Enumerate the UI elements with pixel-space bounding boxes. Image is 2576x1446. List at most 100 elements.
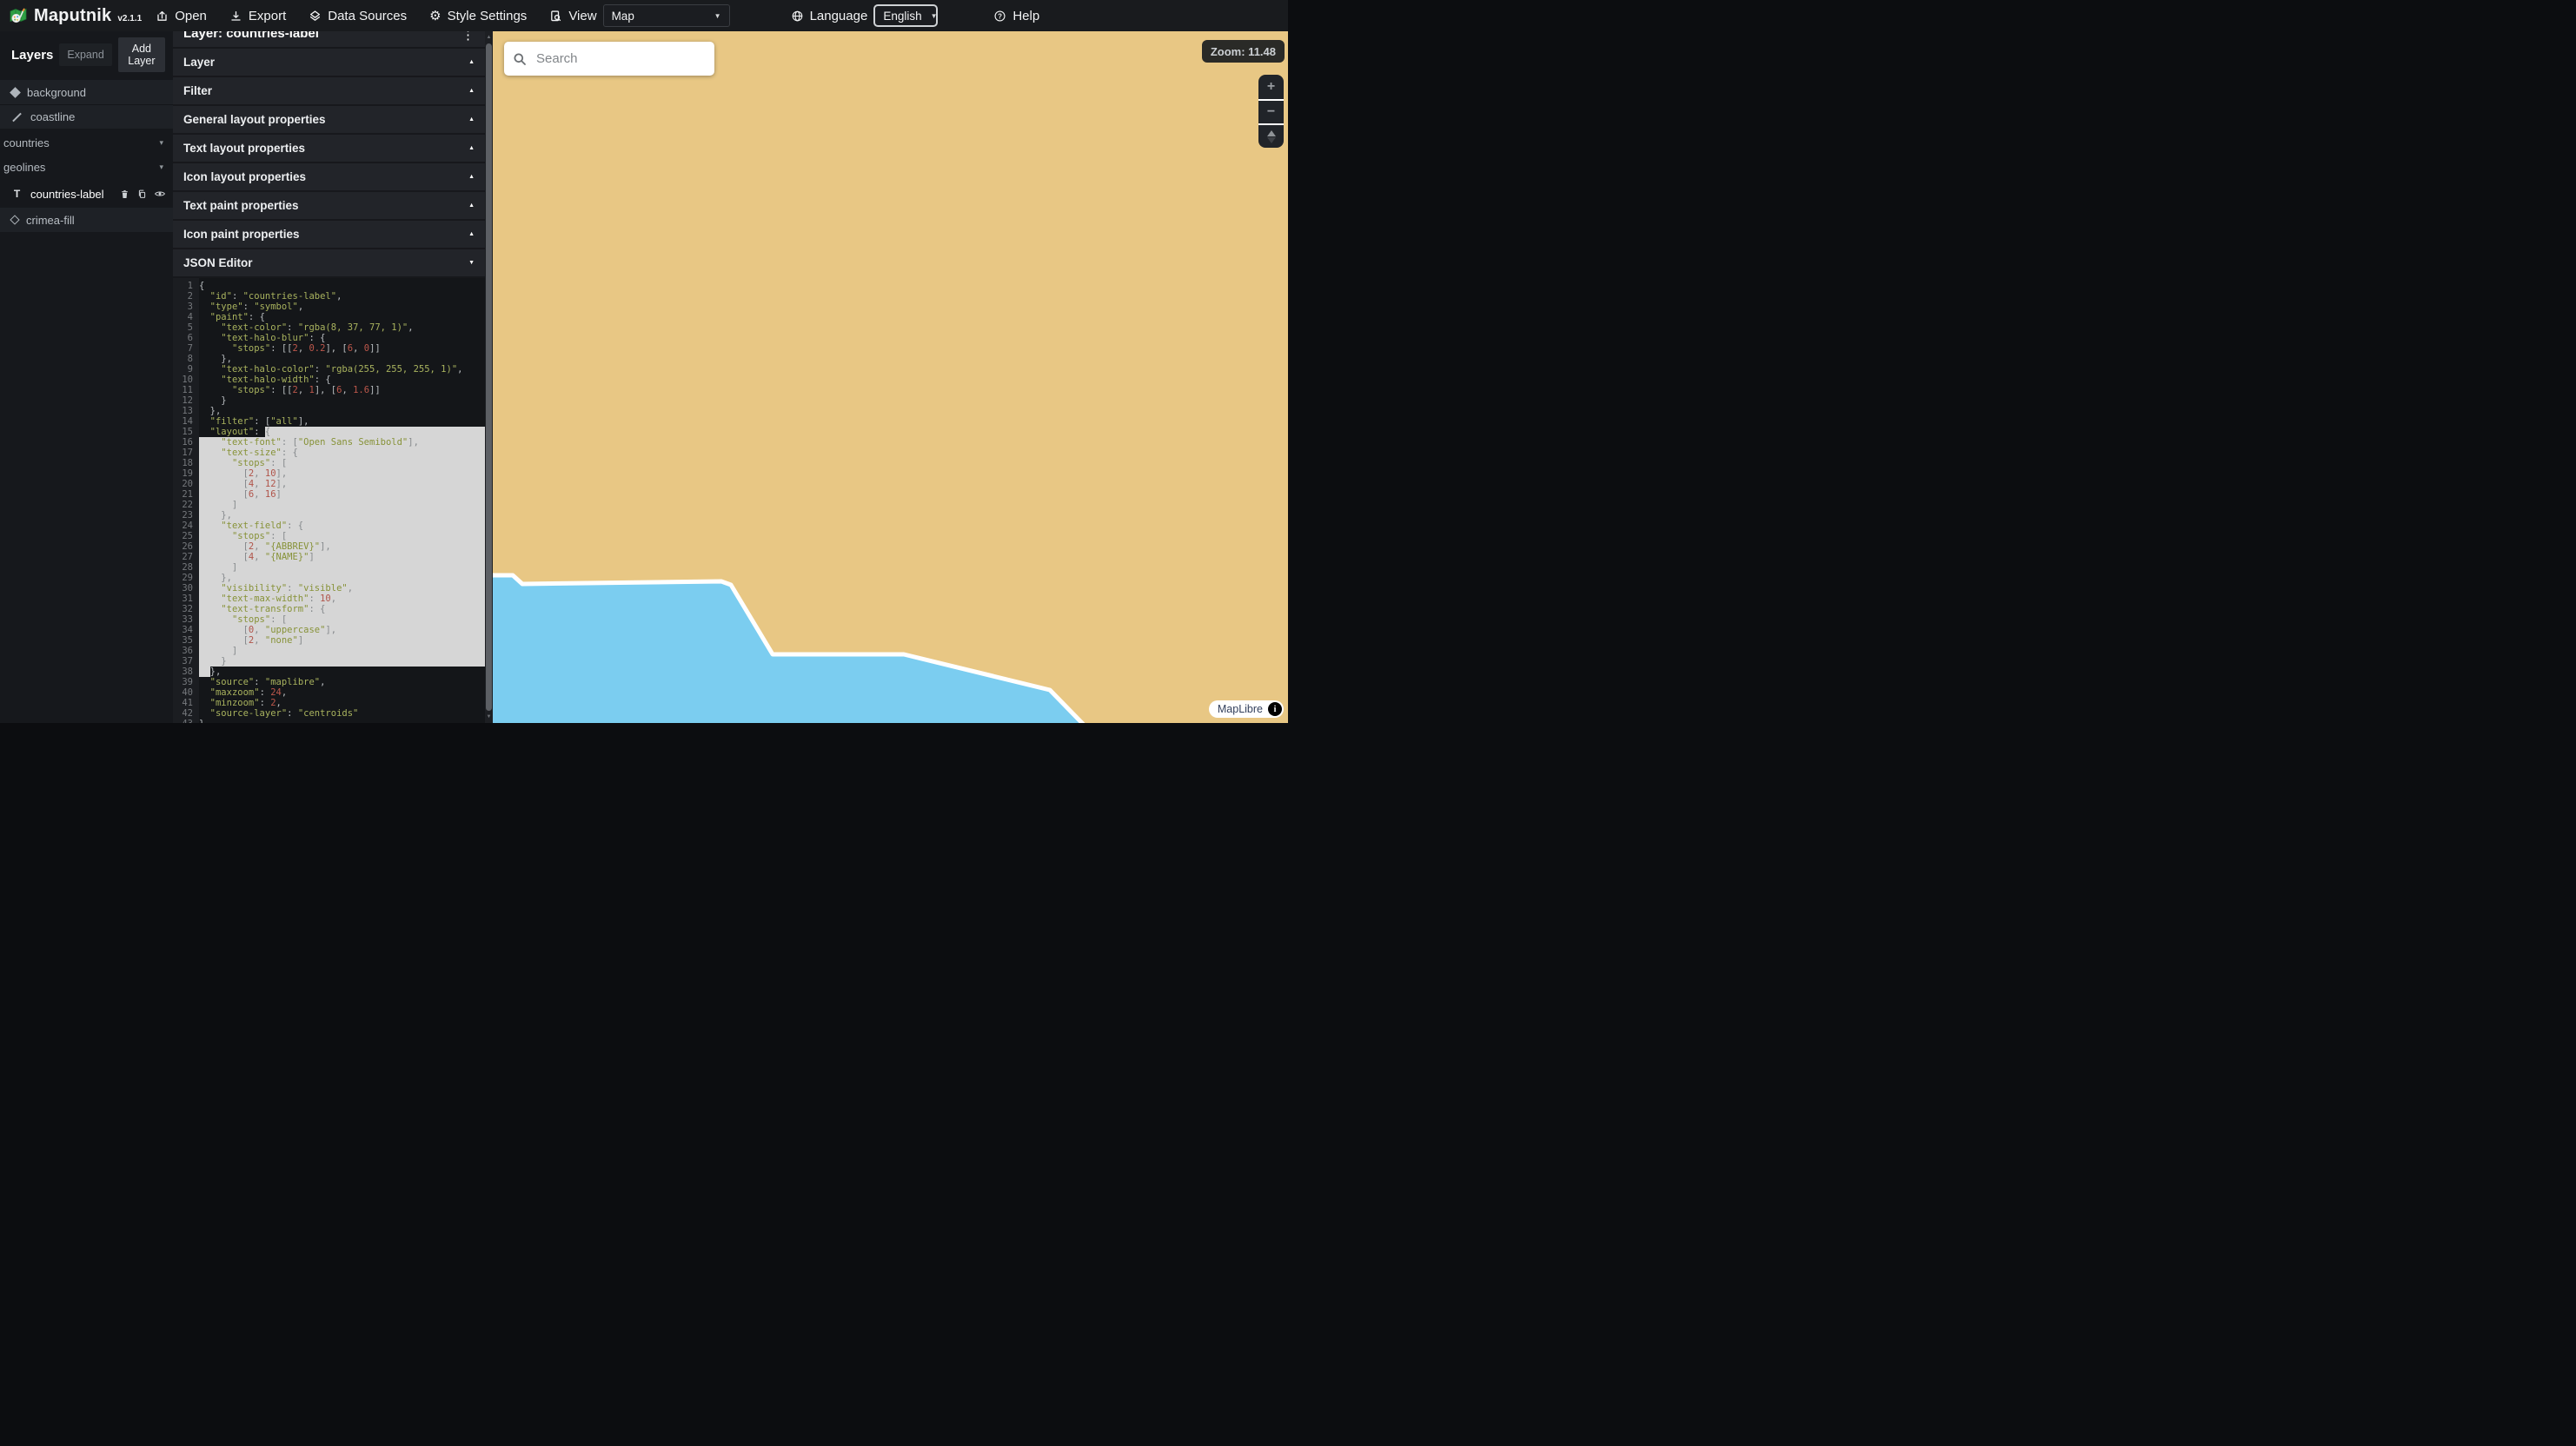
style-settings-menu-item[interactable]: ⚙ Style Settings bbox=[429, 9, 527, 23]
trash-icon[interactable] bbox=[119, 189, 130, 200]
json-line[interactable]: 7 "stops": [[2, 0.2], [6, 0]] bbox=[173, 343, 485, 354]
layer-row-countries-label[interactable]: Tcountries-label bbox=[0, 182, 173, 206]
expand-button[interactable]: Expand bbox=[59, 43, 111, 66]
json-editor[interactable]: 1{2 "id": "countries-label",3 "type": "s… bbox=[173, 278, 485, 723]
json-line[interactable]: 1{ bbox=[173, 281, 485, 291]
code-content: ] bbox=[199, 562, 485, 573]
section-header-layer[interactable]: Layer▲ bbox=[173, 49, 485, 77]
json-line[interactable]: 22 ] bbox=[173, 500, 485, 510]
code-token: 16 bbox=[265, 489, 276, 500]
map-view[interactable]: Zoom: 11.48 + − MapLibre i bbox=[493, 31, 1288, 723]
json-line[interactable]: 11 "stops": [[2, 1], [6, 1.6]] bbox=[173, 385, 485, 395]
json-line[interactable]: 37 } bbox=[173, 656, 485, 667]
attribution-text[interactable]: MapLibre bbox=[1218, 703, 1263, 715]
line-number: 6 bbox=[173, 333, 199, 343]
json-line[interactable]: 38 }, bbox=[173, 667, 485, 677]
layer-row-coastline[interactable]: coastline bbox=[0, 104, 173, 129]
json-line[interactable]: 20 [4, 12], bbox=[173, 479, 485, 489]
json-line[interactable]: 27 [4, "{NAME}"] bbox=[173, 552, 485, 562]
code-token: , bbox=[254, 552, 265, 562]
json-line[interactable]: 26 [2, "{ABBREV}"], bbox=[173, 541, 485, 552]
json-line[interactable]: 2 "id": "countries-label", bbox=[173, 291, 485, 302]
scrollbar-up-icon[interactable]: ▲ bbox=[487, 33, 492, 42]
open-menu-item[interactable]: Open bbox=[156, 9, 207, 23]
code-content: "paint": { bbox=[199, 312, 485, 322]
json-line[interactable]: 30 "visibility": "visible", bbox=[173, 583, 485, 594]
json-line[interactable]: 3 "type": "symbol", bbox=[173, 302, 485, 312]
json-line[interactable]: 12 } bbox=[173, 395, 485, 406]
compass-button[interactable] bbox=[1258, 123, 1284, 148]
line-number: 36 bbox=[173, 646, 199, 656]
json-line[interactable]: 41 "minzoom": 2, bbox=[173, 698, 485, 708]
map-search-box bbox=[504, 42, 714, 76]
section-header-icon-layout-properties[interactable]: Icon layout properties▲ bbox=[173, 163, 485, 192]
line-number: 33 bbox=[173, 614, 199, 625]
help-label: Help bbox=[1012, 9, 1039, 23]
json-line[interactable]: 17 "text-size": { bbox=[173, 448, 485, 458]
json-line[interactable]: 32 "text-transform": { bbox=[173, 604, 485, 614]
section-header-json-editor[interactable]: JSON Editor▼ bbox=[173, 249, 485, 278]
section-header-text-paint-properties[interactable]: Text paint properties▲ bbox=[173, 192, 485, 221]
json-line[interactable]: 16 "text-font": ["Open Sans Semibold"], bbox=[173, 437, 485, 448]
json-line[interactable]: 42 "source-layer": "centroids" bbox=[173, 708, 485, 719]
layer-row-crimea-fill[interactable]: crimea-fill bbox=[0, 208, 173, 232]
json-line[interactable]: 36 ] bbox=[173, 646, 485, 656]
copy-icon[interactable] bbox=[136, 189, 148, 200]
json-line[interactable]: 14 "filter": ["all"], bbox=[173, 416, 485, 427]
json-line[interactable]: 10 "text-halo-width": { bbox=[173, 375, 485, 385]
json-line[interactable]: 43} bbox=[173, 719, 485, 723]
kebab-menu-icon[interactable]: ⋮ bbox=[461, 31, 475, 47]
json-line[interactable]: 9 "text-halo-color": "rgba(255, 255, 255… bbox=[173, 364, 485, 375]
code-token: "uppercase" bbox=[265, 625, 326, 635]
json-line[interactable]: 33 "stops": [ bbox=[173, 614, 485, 625]
code-token: ], [ bbox=[315, 385, 336, 395]
add-layer-button[interactable]: Add Layer bbox=[118, 37, 165, 72]
json-line[interactable]: 25 "stops": [ bbox=[173, 531, 485, 541]
line-number: 21 bbox=[173, 489, 199, 500]
code-content: "stops": [[2, 1], [6, 1.6]] bbox=[199, 385, 485, 395]
search-input[interactable] bbox=[534, 50, 706, 67]
json-line[interactable]: 15 "layout": { bbox=[173, 427, 485, 437]
code-content: "layout": { bbox=[199, 427, 485, 437]
json-line[interactable]: 21 [6, 16] bbox=[173, 489, 485, 500]
eye-icon[interactable] bbox=[154, 188, 166, 200]
layer-row-background[interactable]: background bbox=[0, 80, 173, 104]
json-line[interactable]: 6 "text-halo-blur": { bbox=[173, 333, 485, 343]
json-line[interactable]: 13 }, bbox=[173, 406, 485, 416]
json-line[interactable]: 4 "paint": { bbox=[173, 312, 485, 322]
json-line[interactable]: 23 }, bbox=[173, 510, 485, 521]
json-line[interactable]: 5 "text-color": "rgba(8, 37, 77, 1)", bbox=[173, 322, 485, 333]
layer-group-geolines[interactable]: geolines▾ bbox=[0, 156, 173, 177]
json-line[interactable]: 18 "stops": [ bbox=[173, 458, 485, 468]
info-icon[interactable]: i bbox=[1268, 702, 1282, 716]
json-line[interactable]: 28 ] bbox=[173, 562, 485, 573]
json-line[interactable]: 40 "maxzoom": 24, bbox=[173, 687, 485, 698]
zoom-in-button[interactable]: + bbox=[1258, 75, 1284, 99]
code-token bbox=[199, 604, 221, 614]
section-header-filter[interactable]: Filter▲ bbox=[173, 77, 485, 106]
json-line[interactable]: 34 [0, "uppercase"], bbox=[173, 625, 485, 635]
section-header-general-layout-properties[interactable]: General layout properties▲ bbox=[173, 106, 485, 135]
scrollbar-down-icon[interactable]: ▼ bbox=[487, 713, 492, 721]
zoom-out-button[interactable]: − bbox=[1258, 99, 1284, 123]
json-line[interactable]: 24 "text-field": { bbox=[173, 521, 485, 531]
json-line[interactable]: 29 }, bbox=[173, 573, 485, 583]
view-select[interactable]: Map ▼ bbox=[603, 4, 730, 27]
code-token: } bbox=[199, 656, 227, 667]
language-select[interactable]: English ▼ bbox=[873, 4, 938, 27]
data-sources-menu-item[interactable]: Data Sources bbox=[309, 9, 407, 23]
scrollbar-thumb[interactable] bbox=[486, 43, 492, 711]
json-line[interactable]: 31 "text-max-width": 10, bbox=[173, 594, 485, 604]
section-header-text-layout-properties[interactable]: Text layout properties▲ bbox=[173, 135, 485, 163]
json-line[interactable]: 39 "source": "maplibre", bbox=[173, 677, 485, 687]
code-content: "type": "symbol", bbox=[199, 302, 485, 312]
code-content: "text-halo-color": "rgba(255, 255, 255, … bbox=[199, 364, 485, 375]
export-menu-item[interactable]: Export bbox=[229, 9, 286, 23]
layer-group-countries[interactable]: countries▾ bbox=[0, 132, 173, 153]
json-line[interactable]: 8 }, bbox=[173, 354, 485, 364]
code-token: : bbox=[232, 291, 243, 302]
help-menu-item[interactable]: ? Help bbox=[993, 9, 1039, 23]
json-line[interactable]: 19 [2, 10], bbox=[173, 468, 485, 479]
json-line[interactable]: 35 [2, "none"] bbox=[173, 635, 485, 646]
section-header-icon-paint-properties[interactable]: Icon paint properties▲ bbox=[173, 221, 485, 249]
